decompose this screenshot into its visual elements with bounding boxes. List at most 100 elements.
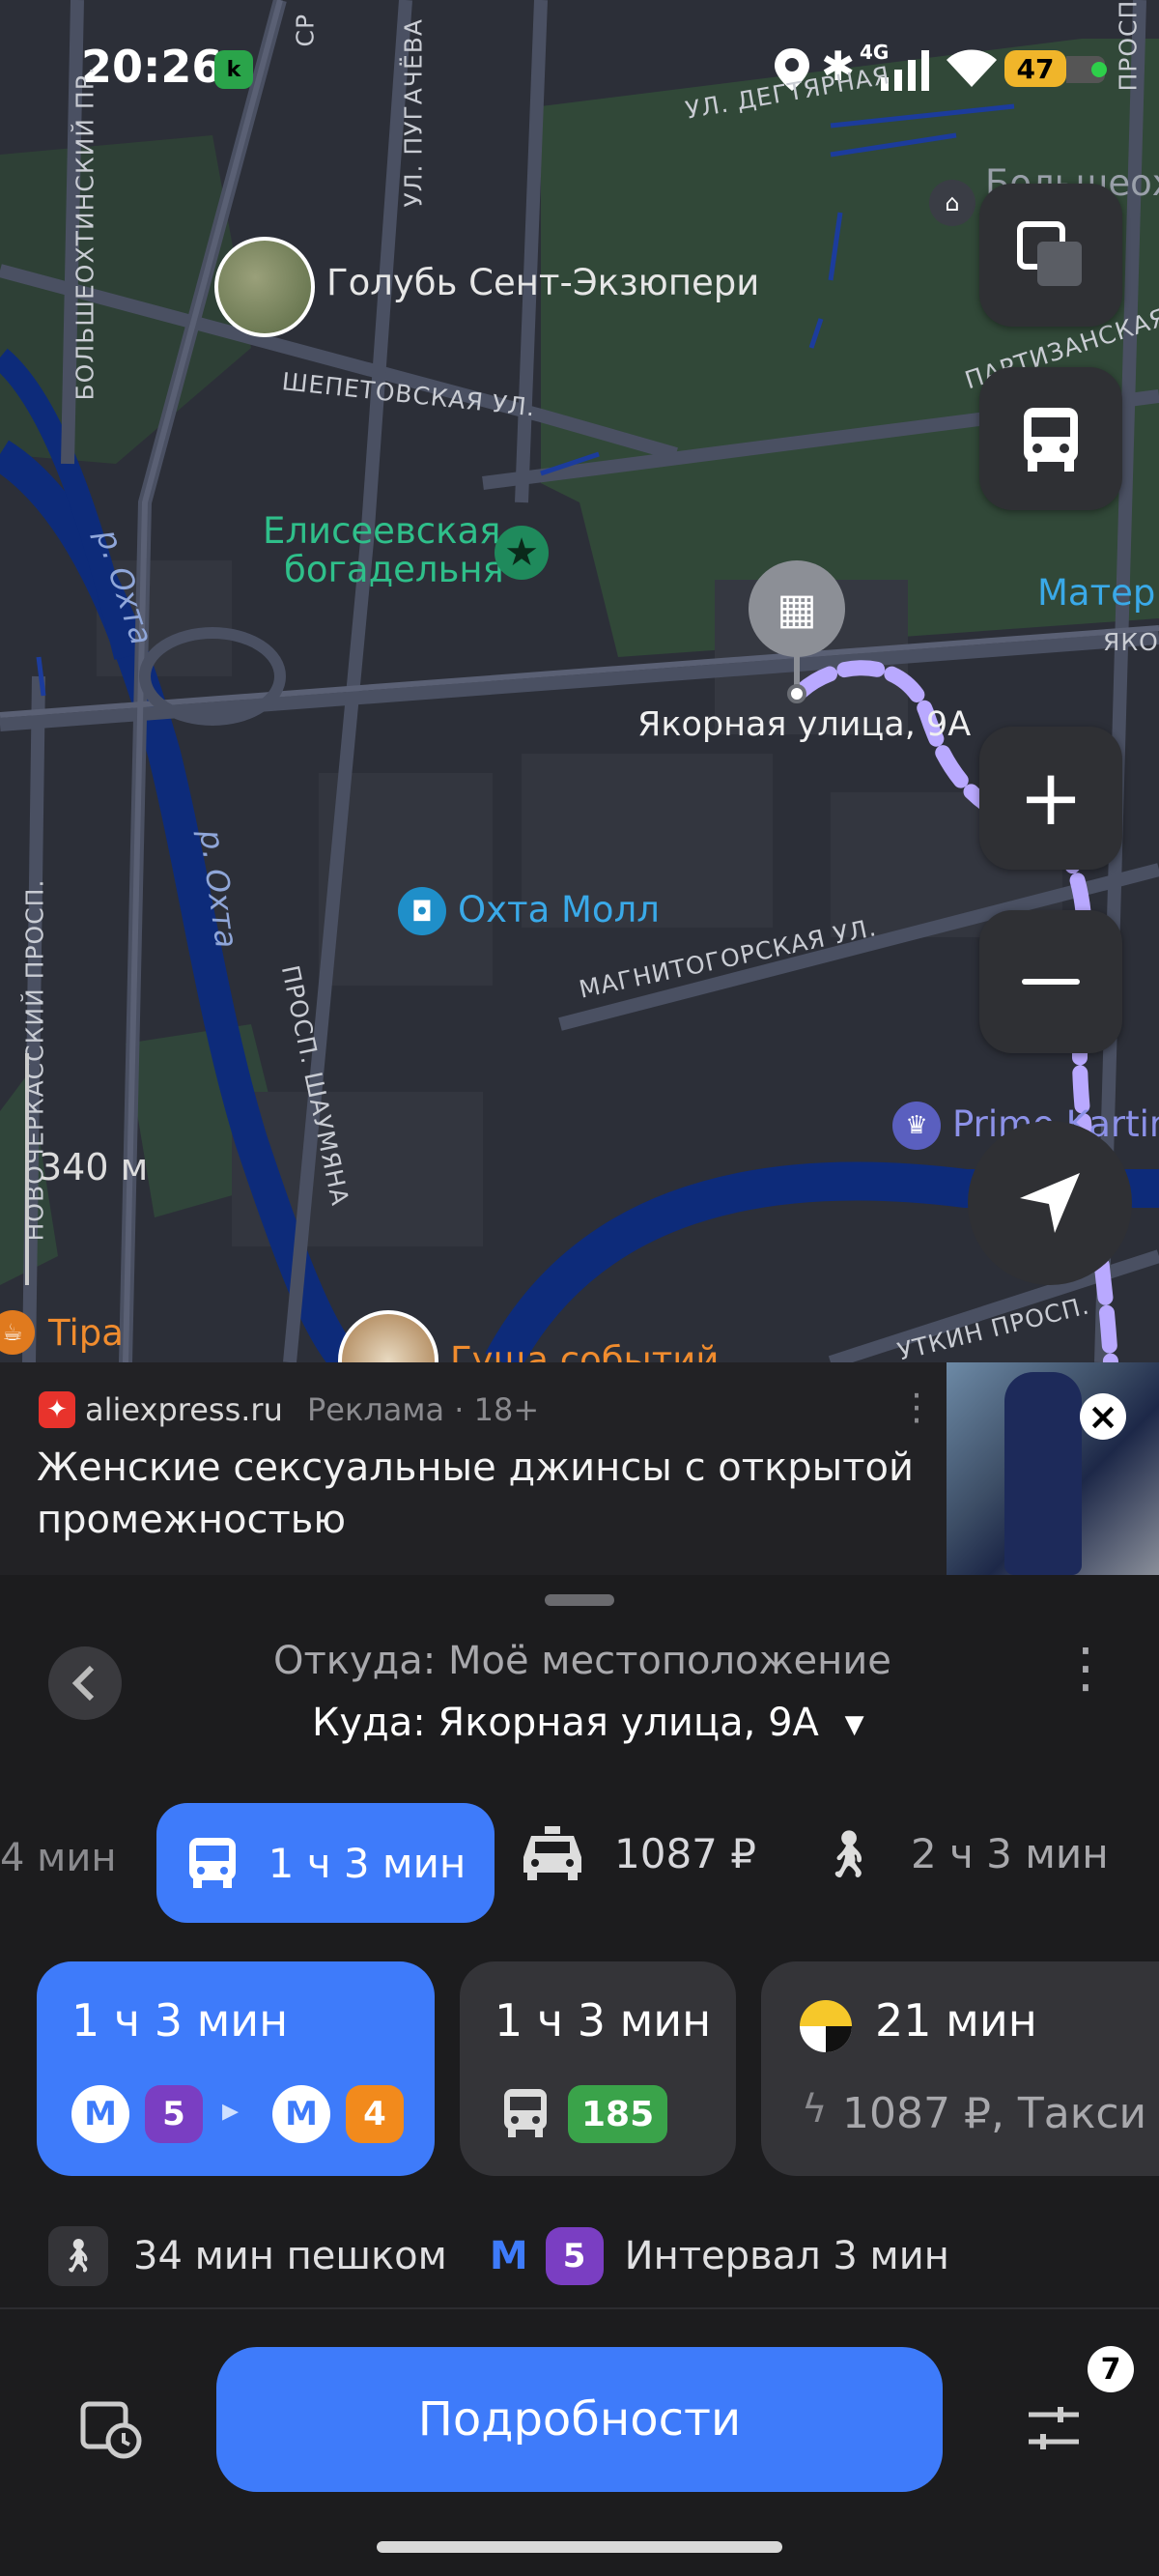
ad-title-line-1: Женские сексуальные джинсы с открытой (37, 1445, 914, 1490)
chevron-left-icon (71, 1665, 95, 1702)
navigation-arrow-icon (1020, 1173, 1080, 1233)
poi-okhta-mall-label: Охта Молл (458, 889, 660, 930)
sheet-drag-handle[interactable] (545, 1594, 614, 1606)
route-option-bus[interactable]: 1 ч 3 мин 185 (460, 1961, 736, 2176)
route-to-label: Куда: Якорная улица, 9А (312, 1701, 819, 1745)
ad-banner[interactable]: ✦ aliexpress.ru Реклама · 18+ ⋮ Женские … (0, 1362, 1159, 1575)
bus-route-badge: 185 (568, 2085, 668, 2143)
filters-button[interactable] (1010, 2385, 1097, 2472)
schedule-button[interactable] (68, 2385, 155, 2472)
metro-icon-2: M (272, 2085, 330, 2143)
my-location-button[interactable] (968, 1121, 1132, 1285)
pin-stem (794, 655, 800, 686)
metro-icon: M (71, 2085, 129, 2143)
route-sheet[interactable]: Откуда: Моё местоположение Куда: Якорная… (0, 1575, 1159, 2576)
mode-tab-taxi[interactable]: 1087 ₽ (522, 1826, 756, 1880)
bus-icon (188, 1838, 236, 1888)
taxi-icon (523, 1826, 581, 1880)
museum-icon: ⌂ (929, 180, 975, 226)
ad-image-figure (1004, 1372, 1082, 1575)
poi-eliseev-label-1: Елисеевская (263, 510, 501, 552)
star-icon: ★ (495, 526, 549, 580)
status-bar: 20:26 k ✱ 4G 47 (0, 0, 1159, 135)
battery-level: 47 (1016, 52, 1055, 85)
arrow-right-icon: ▸ (222, 2091, 240, 2130)
bus-icon (504, 2089, 547, 2137)
poi-tipa-label: Tipa (48, 1312, 124, 1354)
mode-tab-walk-label: 2 ч 3 мин (910, 1830, 1109, 1877)
route-option-bus-time: 1 ч 3 мин (495, 1994, 712, 2046)
ad-image (947, 1362, 1159, 1575)
mode-tab-transit[interactable]: 1 ч 3 мин (156, 1803, 495, 1923)
map-scale-bar (25, 1053, 29, 1285)
bus-icon (1024, 408, 1078, 472)
poi-golub-label: Голубь Сент-Экзюпери (326, 262, 760, 303)
yandex-taxi-icon (800, 2000, 852, 2052)
ad-meta: Реклама · 18+ (307, 1391, 540, 1428)
details-button-label: Подробности (417, 2392, 742, 2447)
street-label-yako: ЯКО (1103, 628, 1159, 656)
back-button[interactable] (48, 1646, 122, 1720)
building-icon: ▦ (749, 560, 845, 657)
route-from[interactable]: Откуда: Моё местоположение (273, 1639, 891, 1683)
filters-badge: 7 (1088, 2346, 1134, 2392)
ad-close-button[interactable]: × (1080, 1393, 1126, 1440)
poi-golub-photo (214, 237, 315, 337)
status-time: 20:26 (81, 41, 223, 93)
route-option-taxi-detail: 1087 ₽, Такси (842, 2089, 1147, 2138)
mode-tab-transit-label: 1 ч 3 мин (268, 1839, 466, 1887)
zoom-out-button[interactable] (979, 910, 1122, 1053)
ad-more-icon[interactable]: ⋮ (898, 1386, 935, 1428)
metro-line-5-badge: 5 (145, 2085, 203, 2143)
map-view[interactable]: 20:26 k ✱ 4G 47 УЛ. ДЕГТЯРНАЯ БОЛЬШЕОХТИ… (0, 0, 1159, 1362)
route-more-icon[interactable]: ⋮ (1059, 1637, 1113, 1700)
transport-layer-button[interactable] (979, 367, 1122, 510)
summary-metro-line-badge: 5 (545, 2227, 604, 2285)
walk-icon: 🚶︎ (48, 2226, 108, 2286)
route-option-metro-time: 1 ч 3 мин (71, 1994, 289, 2046)
metro-icon: M (489, 2234, 528, 2278)
privacy-dot (1091, 62, 1107, 77)
mode-tab-walk[interactable]: 🚶︎ 2 ч 3 мин (819, 1826, 1109, 1881)
lightning-icon: ϟ (802, 2087, 828, 2132)
zoom-in-button[interactable]: + (979, 727, 1122, 870)
battery-badge: 47 (1004, 50, 1066, 87)
minus-icon (1022, 979, 1080, 985)
route-to[interactable]: Куда: Якорная улица, 9А ▼ (312, 1701, 864, 1745)
street-label-bolsheokhtinsky: БОЛЬШЕОХТИНСКИЙ ПР. (71, 66, 99, 401)
shopping-bag-icon: ◘ (398, 887, 446, 935)
poi-mater-label[interactable]: Матер (1037, 572, 1155, 614)
mode-tab-taxi-label: 1087 ₽ (614, 1829, 756, 1877)
poi-eliseev-label-2: богадельня (284, 549, 504, 590)
summary-interval: Интервал 3 мин (624, 2234, 949, 2278)
route-summary: 🚶︎ 34 мин пешком M 5 Интервал 3 мин (48, 2222, 949, 2290)
summary-walk: 34 мин пешком (133, 2234, 447, 2278)
details-button[interactable]: Подробности (216, 2347, 943, 2492)
sliders-icon (1029, 2407, 1079, 2449)
street-label-prosp-top: ПРОСП (1114, 0, 1143, 92)
walk-icon: 🚶︎ (819, 1827, 878, 1881)
wifi-icon (947, 49, 997, 87)
layers-icon (1017, 221, 1082, 286)
app-notification-icon: k (214, 50, 253, 89)
ad-domain: aliexpress.ru (85, 1391, 283, 1428)
street-label-sr: СР (291, 13, 320, 47)
mode-tab-prev[interactable]: 4 мин (0, 1836, 117, 1880)
aliexpress-logo-icon: ✦ (39, 1391, 75, 1428)
calendar-clock-icon (80, 2401, 142, 2459)
route-option-metro[interactable]: 1 ч 3 мин M 5 ▸ M 4 (37, 1961, 435, 2176)
street-label-pugacheva: УЛ. ПУГАЧЁВА (399, 18, 428, 208)
route-option-taxi[interactable]: 21 мин ϟ 1087 ₽, Такси (761, 1961, 1159, 2176)
layers-button[interactable] (979, 184, 1122, 327)
trophy-icon: ♛ (892, 1102, 941, 1150)
route-option-taxi-time: 21 мин (875, 1994, 1037, 2046)
poi-gusha-label: Гуща событий (450, 1339, 720, 1362)
pin-point (787, 684, 806, 703)
metro-line-4-badge: 4 (346, 2085, 404, 2143)
chevron-down-icon: ▼ (844, 1710, 864, 1739)
map-scale-label: 340 м (39, 1146, 149, 1188)
divider (0, 2307, 1159, 2309)
home-indicator (377, 2541, 782, 2553)
plus-icon: + (1018, 753, 1084, 843)
ad-title-line-2: промежностью (37, 1498, 346, 1542)
